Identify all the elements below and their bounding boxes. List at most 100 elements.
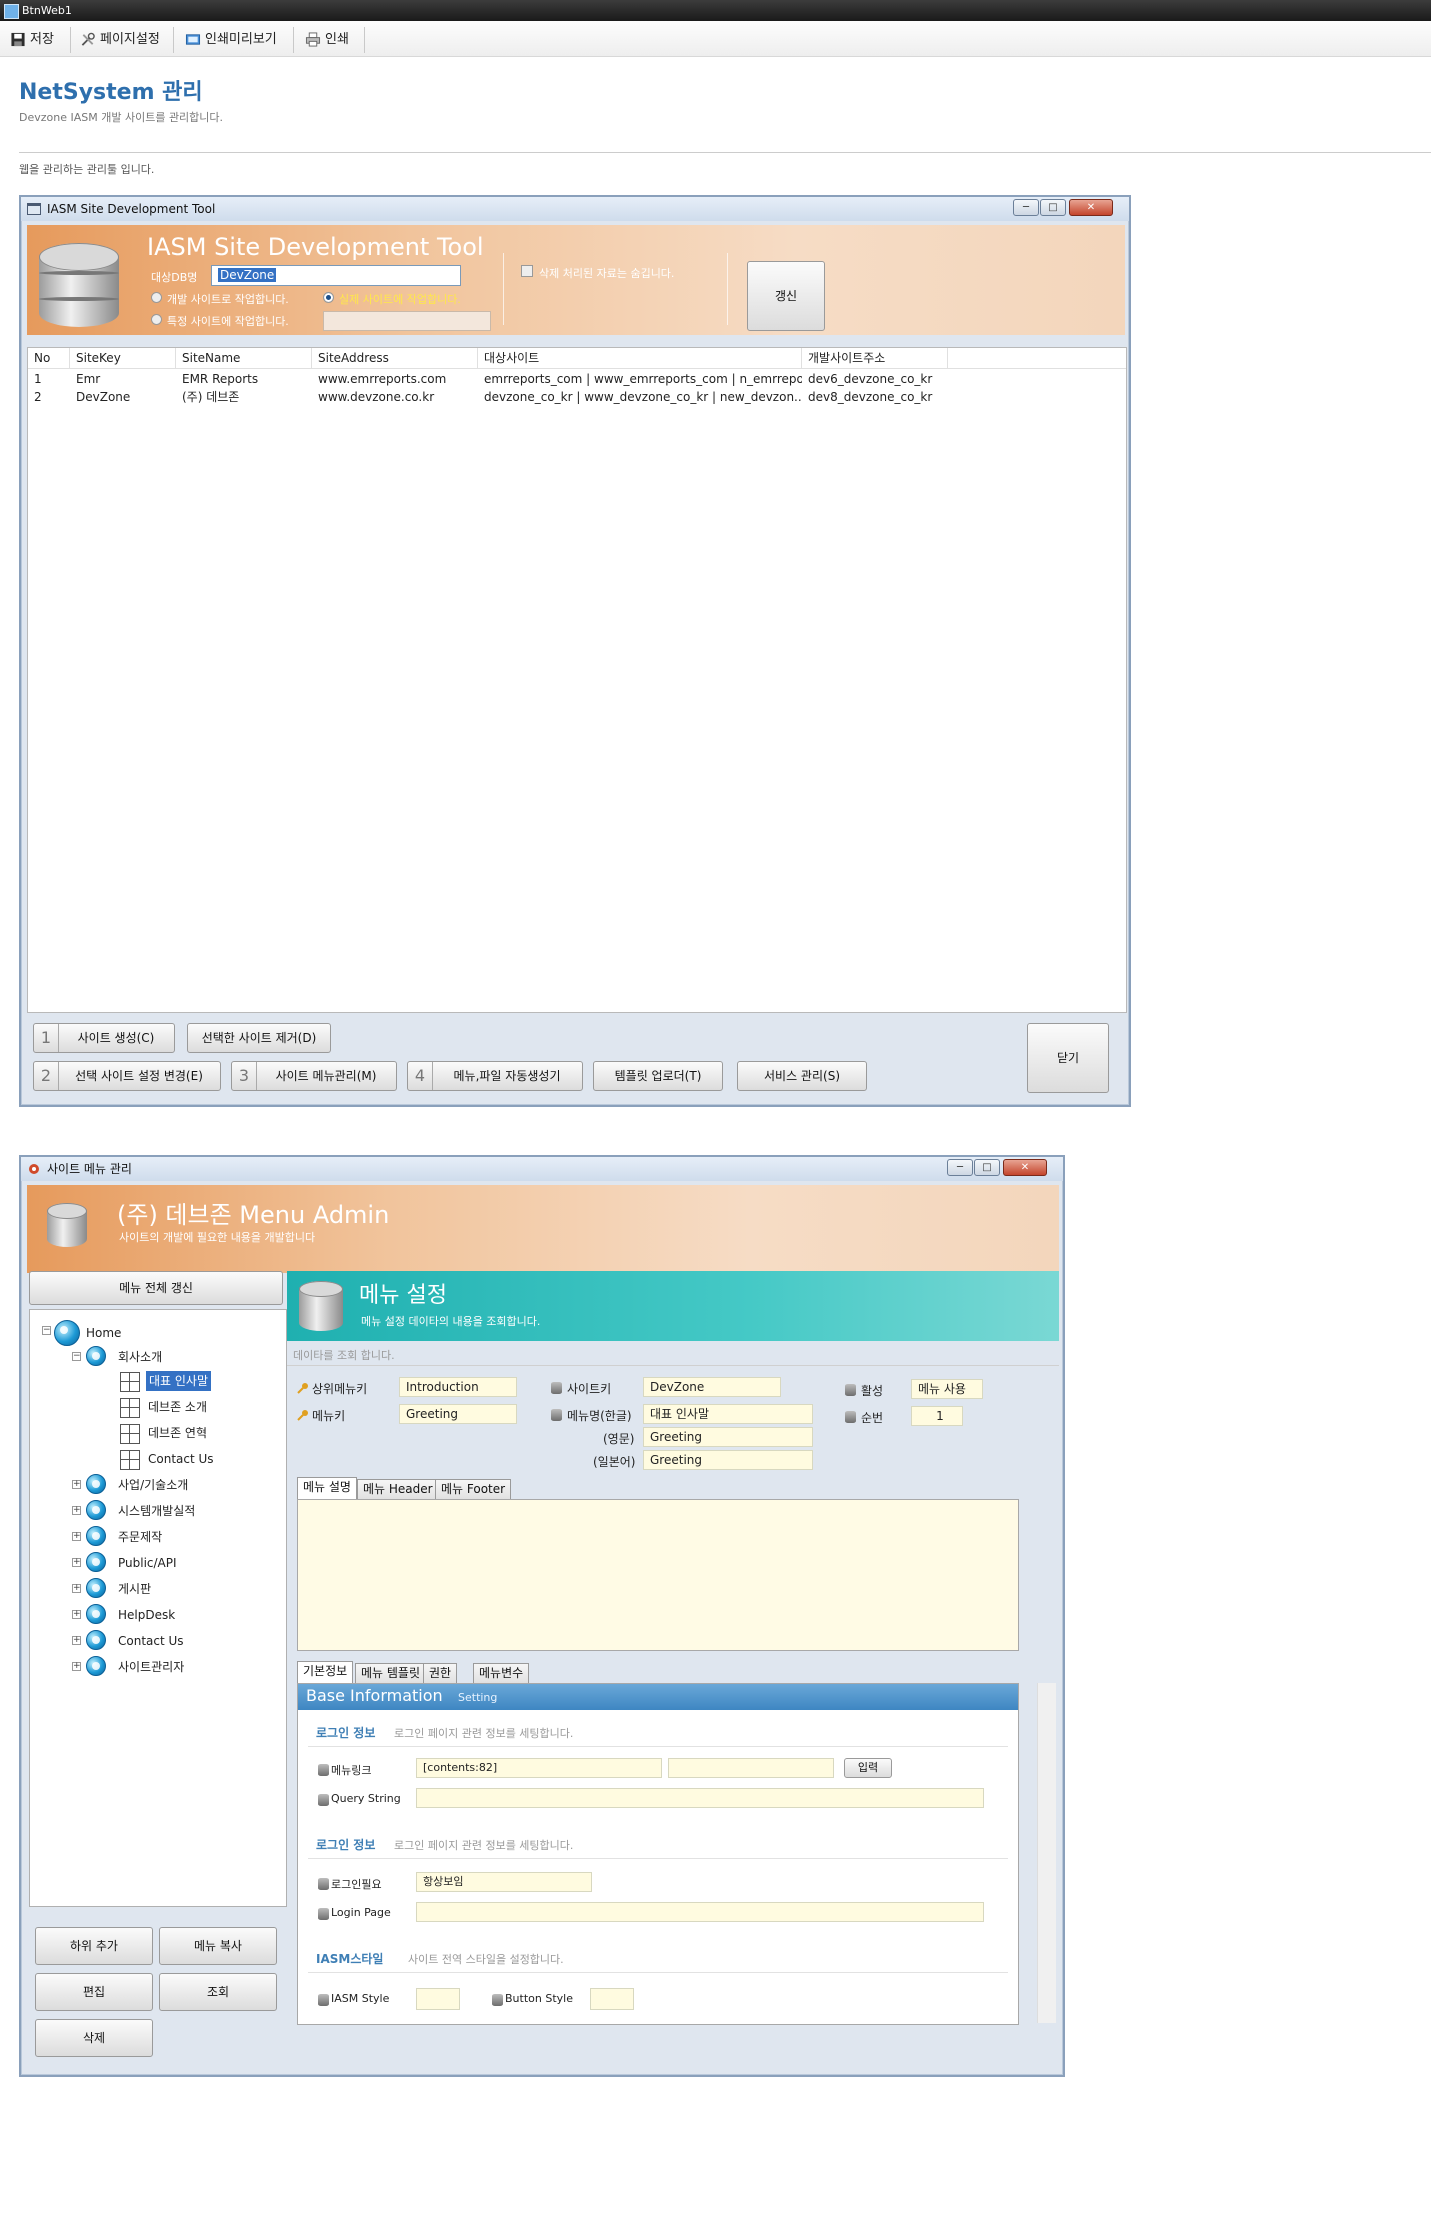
- tree-node[interactable]: Public/API: [118, 1552, 177, 1574]
- edit-button[interactable]: 편집: [35, 1973, 153, 2011]
- radio-dev-site[interactable]: 개발 사이트로 작업합니다.: [151, 291, 289, 307]
- query-string-field[interactable]: [416, 1788, 984, 1808]
- menu-name-kr-field[interactable]: 대표 인사말: [643, 1404, 813, 1424]
- create-site-button[interactable]: 1 사이트 생성(C): [33, 1023, 175, 1053]
- login-page-field[interactable]: [416, 1902, 984, 1922]
- menu-key-field[interactable]: Greeting: [399, 1404, 517, 1424]
- iasm-style-label: IASM Style: [331, 1992, 390, 2005]
- tab-menu-footer[interactable]: 메뉴 Footer: [435, 1479, 512, 1499]
- expand-toggle[interactable]: +: [72, 1532, 81, 1541]
- tree-node[interactable]: 사이트관리자: [118, 1656, 184, 1678]
- tree-node[interactable]: Contact Us: [118, 1630, 184, 1652]
- col-siteaddress[interactable]: SiteAddress: [312, 348, 478, 368]
- tree-node[interactable]: 주문제작: [118, 1526, 162, 1548]
- window-titlebar: BtnWeb1: [0, 0, 1431, 21]
- tree-node[interactable]: 사업/기술소개: [118, 1474, 188, 1496]
- tree-node[interactable]: 게시판: [118, 1578, 151, 1600]
- specific-site-input[interactable]: [323, 311, 491, 331]
- template-uploader-button[interactable]: 템플릿 업로더(T): [593, 1061, 723, 1091]
- table-row[interactable]: 1 Emr EMR Reports www.emrreports.com emr…: [28, 370, 1126, 388]
- copy-menu-button[interactable]: 메뉴 복사: [159, 1927, 277, 1965]
- menu-link-field-2[interactable]: [668, 1758, 834, 1778]
- remove-site-button[interactable]: 선택한 사이트 제거(D): [187, 1023, 331, 1053]
- menu-name-jp-field[interactable]: Greeting: [643, 1450, 813, 1470]
- key-icon: [297, 1410, 308, 1421]
- tool-header: IASM Site Development Tool 대상DB명 DevZone…: [27, 225, 1125, 335]
- scrollbar[interactable]: [1037, 1683, 1056, 2023]
- expand-toggle[interactable]: +: [72, 1662, 81, 1671]
- tab-menu-template[interactable]: 메뉴 템플릿: [355, 1663, 427, 1683]
- tab-permission[interactable]: 권한: [423, 1663, 458, 1683]
- refresh-all-menu-button[interactable]: 메뉴 전체 갱신: [29, 1271, 283, 1305]
- tab-menu-description[interactable]: 메뉴 설명: [297, 1477, 357, 1499]
- login-section-desc: 로그인 페이지 관련 정보를 세팅합니다.: [394, 1727, 574, 1740]
- tools-icon: [81, 32, 95, 46]
- maximize-button[interactable]: □: [974, 1159, 1000, 1176]
- tab-menu-variables[interactable]: 메뉴변수: [473, 1663, 530, 1683]
- base-info-setting: Setting: [458, 1691, 498, 1704]
- base-info-header: Base Information Setting: [298, 1684, 1018, 1710]
- col-sitename[interactable]: SiteName: [176, 348, 312, 368]
- database-icon: [299, 1281, 343, 1331]
- cell: 2: [34, 390, 42, 404]
- minimize-button[interactable]: ─: [947, 1159, 973, 1176]
- button-style-field[interactable]: [590, 1988, 634, 2010]
- delete-button[interactable]: 삭제: [35, 2019, 153, 2057]
- add-child-button[interactable]: 하위 추가: [35, 1927, 153, 1965]
- print-button[interactable]: 인쇄: [303, 29, 349, 51]
- view-button[interactable]: 조회: [159, 1973, 277, 2011]
- maximize-button[interactable]: □: [1040, 199, 1066, 216]
- expand-toggle[interactable]: +: [72, 1584, 81, 1593]
- site-menu-manage-button[interactable]: 3 사이트 메뉴관리(M): [231, 1061, 397, 1091]
- order-field[interactable]: 1: [911, 1406, 963, 1426]
- table-row[interactable]: 2 DevZone (주) 데브존 www.devzone.co.kr devz…: [28, 388, 1126, 406]
- tab-menu-header[interactable]: 메뉴 Header: [357, 1479, 439, 1499]
- tree-node-home[interactable]: Home: [86, 1322, 121, 1344]
- tree-node[interactable]: 데브존 소개: [148, 1396, 207, 1418]
- refresh-button[interactable]: 갱신: [747, 261, 825, 331]
- globe-icon: [54, 1320, 80, 1346]
- expand-toggle[interactable]: +: [72, 1610, 81, 1619]
- radio-real-site[interactable]: 실제 사이트에 작업합니다.: [323, 291, 461, 307]
- col-target-site[interactable]: 대상사이트: [478, 348, 802, 368]
- service-manage-button[interactable]: 서비스 관리(S): [737, 1061, 867, 1091]
- collapse-toggle[interactable]: −: [72, 1352, 81, 1361]
- parent-menu-key-field[interactable]: Introduction: [399, 1377, 517, 1397]
- change-site-settings-button[interactable]: 2 선택 사이트 설정 변경(E): [33, 1061, 221, 1091]
- tree-node-company[interactable]: 회사소개: [118, 1346, 162, 1368]
- input-button[interactable]: 입력: [844, 1758, 892, 1778]
- radio-specific-site[interactable]: 특정 사이트에 작업합니다.: [151, 313, 289, 329]
- tree-node[interactable]: HelpDesk: [118, 1604, 175, 1626]
- tree-node[interactable]: 시스템개발실적: [118, 1500, 195, 1522]
- login-required-field[interactable]: 항상보임: [416, 1872, 592, 1892]
- print-preview-button[interactable]: 인쇄미리보기: [183, 29, 277, 51]
- menu-name-en-field[interactable]: Greeting: [643, 1427, 813, 1447]
- expand-toggle[interactable]: +: [72, 1558, 81, 1567]
- auto-generator-button[interactable]: 4 메뉴,파일 자동생성기: [407, 1061, 583, 1091]
- db-name-input[interactable]: DevZone: [211, 265, 461, 286]
- close-button[interactable]: 닫기: [1027, 1023, 1109, 1093]
- menu-link-field[interactable]: [contents:82]: [416, 1758, 662, 1778]
- col-sitekey[interactable]: SiteKey: [70, 348, 176, 368]
- tree-node[interactable]: 데브존 연혁: [148, 1422, 207, 1444]
- tab-basic-info[interactable]: 기본정보: [297, 1661, 354, 1683]
- close-window-button[interactable]: ✕: [1003, 1159, 1047, 1176]
- expand-toggle[interactable]: +: [72, 1506, 81, 1515]
- page-setup-button[interactable]: 페이지설정: [78, 29, 160, 51]
- expand-toggle[interactable]: +: [72, 1480, 81, 1489]
- iasm-style-field[interactable]: [416, 1988, 460, 2010]
- menu-description-textarea[interactable]: [297, 1499, 1019, 1651]
- col-dev-address[interactable]: 개발사이트주소: [802, 348, 948, 368]
- minimize-button[interactable]: ─: [1013, 199, 1039, 216]
- site-key-field[interactable]: DevZone: [643, 1377, 781, 1397]
- db-name-label: 대상DB명: [151, 271, 198, 284]
- tree-node[interactable]: Contact Us: [148, 1448, 214, 1470]
- expand-toggle[interactable]: +: [72, 1636, 81, 1645]
- close-window-button[interactable]: ✕: [1069, 199, 1113, 216]
- hide-deleted-checkbox[interactable]: 삭제 처리된 자료는 숨깁니다.: [521, 265, 674, 281]
- save-button[interactable]: 저장: [8, 29, 54, 51]
- col-no[interactable]: No: [28, 348, 70, 368]
- tree-node-selected[interactable]: 대표 인사말: [146, 1371, 212, 1391]
- active-field[interactable]: 메뉴 사용: [911, 1379, 983, 1399]
- collapse-toggle[interactable]: −: [42, 1326, 51, 1335]
